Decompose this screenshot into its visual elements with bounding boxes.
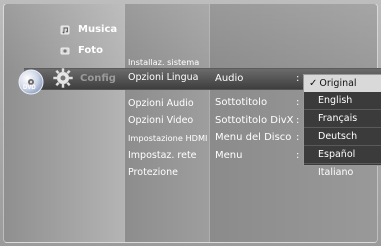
dropdown-option-english-label: English bbox=[318, 95, 353, 106]
dropdown-option-francais[interactable]: Français bbox=[304, 110, 381, 127]
main-menu-config-label: Config bbox=[80, 72, 116, 84]
submenu-item-opzioni-video[interactable]: Opzioni Video bbox=[128, 115, 193, 126]
submenu-item-opzioni-audio[interactable]: Opzioni Audio bbox=[128, 98, 194, 109]
check-icon: ✓ bbox=[309, 78, 318, 89]
main-menu-musica[interactable]: Musica bbox=[60, 24, 117, 35]
setting-sottotitolo-divx[interactable]: Sottotitolo DivX bbox=[215, 115, 294, 126]
dropdown-option-espanol-label: Español bbox=[318, 149, 356, 160]
dropdown-option-italiano-label: Italiano bbox=[318, 167, 354, 178]
audio-language-dropdown[interactable]: ✓ Original English Français Deutsch Espa… bbox=[303, 74, 381, 178]
setting-sottotitolo[interactable]: Sottotitolo bbox=[215, 97, 267, 108]
dropdown-option-francais-label: Français bbox=[318, 113, 358, 124]
dropdown-option-original[interactable]: ✓ Original bbox=[304, 75, 381, 92]
dropdown-option-english[interactable]: English bbox=[304, 92, 381, 109]
setting-menu[interactable]: Menu bbox=[215, 150, 242, 161]
dropdown-option-espanol[interactable]: Español bbox=[304, 146, 381, 163]
dropdown-option-italiano[interactable]: Italiano bbox=[304, 164, 381, 181]
setting-menu-colon: : bbox=[296, 150, 300, 161]
setting-audio-colon: : bbox=[296, 73, 300, 84]
dropdown-option-deutsch[interactable]: Deutsch bbox=[304, 128, 381, 145]
submenu-item-impostaz-rete[interactable]: Impostaz. rete bbox=[128, 150, 197, 161]
main-menu-musica-label: Musica bbox=[78, 24, 118, 35]
disc-icon: DVD bbox=[17, 68, 45, 96]
setting-menu-del-disco-colon: : bbox=[296, 132, 300, 143]
dropdown-option-deutsch-label: Deutsch bbox=[318, 131, 358, 142]
submenu-item-opzioni-lingua[interactable]: Opzioni Lingua bbox=[128, 72, 198, 83]
music-icon bbox=[60, 25, 70, 35]
main-menu-config[interactable]: Config bbox=[52, 67, 116, 89]
setting-sottotitolo-divx-colon: : bbox=[296, 115, 300, 126]
submenu-item-installazione-sistema[interactable]: Installaz. sistema bbox=[128, 57, 199, 67]
main-menu-foto[interactable]: Foto bbox=[60, 45, 103, 56]
submenu-item-impostazione-hdmi[interactable]: Impostazione HDMI bbox=[128, 133, 207, 143]
dropdown-option-original-label: Original bbox=[319, 78, 357, 89]
photo-icon bbox=[60, 46, 70, 56]
submenu-item-protezione[interactable]: Protezione bbox=[128, 167, 178, 178]
setting-audio[interactable]: Audio bbox=[215, 73, 243, 84]
gear-icon bbox=[52, 67, 74, 89]
setting-sottotitolo-colon: : bbox=[296, 97, 300, 108]
setting-menu-del-disco[interactable]: Menu del Disco bbox=[215, 132, 291, 143]
main-menu-foto-label: Foto bbox=[78, 45, 103, 56]
disc-label: DVD bbox=[23, 85, 36, 91]
